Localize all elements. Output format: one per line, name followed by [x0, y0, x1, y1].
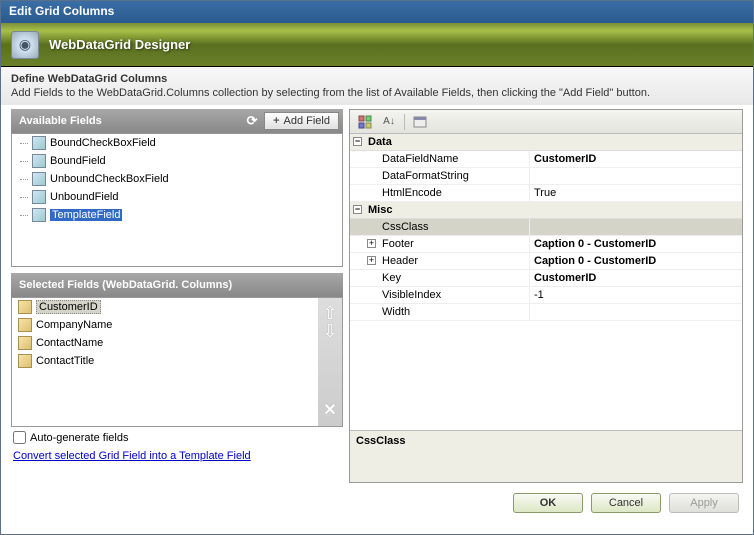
list-item[interactable]: ContactName: [12, 334, 318, 352]
field-icon: [32, 136, 46, 150]
available-fields-header: Available Fields ⟳ + Add Field: [11, 109, 343, 133]
title-bar[interactable]: Edit Grid Columns: [1, 1, 753, 23]
selected-fields-list-container: CustomerID CompanyName ContactName Conta…: [11, 297, 343, 427]
dialog-window: Edit Grid Columns ◉ WebDataGrid Designer…: [0, 0, 754, 535]
tree-item[interactable]: BoundCheckBoxField: [12, 134, 342, 152]
prop-row[interactable]: VisibleIndex-1: [350, 287, 742, 304]
add-field-button[interactable]: + Add Field: [264, 112, 339, 130]
prop-row[interactable]: DataFieldNameCustomerID: [350, 151, 742, 168]
prop-row[interactable]: +FooterCaption 0 - CustomerID: [350, 236, 742, 253]
list-item[interactable]: ContactTitle: [12, 352, 318, 370]
move-down-button[interactable]: ⇩: [321, 324, 339, 342]
property-pages-icon[interactable]: [409, 112, 431, 132]
categorized-icon[interactable]: [354, 112, 376, 132]
prop-row[interactable]: CssClass: [350, 219, 742, 236]
property-description: CssClass: [350, 430, 742, 482]
section-subtext: Add Fields to the WebDataGrid.Columns co…: [11, 87, 743, 103]
field-icon: [32, 172, 46, 186]
list-item[interactable]: CustomerID: [12, 298, 318, 316]
selected-fields-header: Selected Fields (WebDataGrid. Columns): [11, 273, 343, 297]
tree-item[interactable]: BoundField: [12, 152, 342, 170]
autogen-checkbox[interactable]: [13, 431, 26, 444]
refresh-icon[interactable]: ⟳: [244, 113, 260, 129]
property-toolbar: A↓: [350, 110, 742, 134]
section-heading: Define WebDataGrid Columns: [11, 73, 743, 85]
dialog-buttons: OK Cancel Apply: [1, 483, 753, 523]
cancel-button[interactable]: Cancel: [591, 493, 661, 513]
delete-button[interactable]: ✕: [321, 400, 339, 418]
tree-item[interactable]: UnboundCheckBoxField: [12, 170, 342, 188]
selected-fields-title: Selected Fields (WebDataGrid. Columns): [19, 279, 232, 291]
main-content: Available Fields ⟳ + Add Field BoundChec…: [1, 105, 753, 483]
window-title: Edit Grid Columns: [9, 4, 114, 18]
property-grid[interactable]: −Data DataFieldNameCustomerID DataFormat…: [350, 134, 742, 430]
add-field-label: Add Field: [284, 115, 330, 127]
prop-row[interactable]: DataFormatString: [350, 168, 742, 185]
prop-row[interactable]: KeyCustomerID: [350, 270, 742, 287]
tree-item[interactable]: TemplateField: [12, 206, 342, 224]
available-fields-tree[interactable]: BoundCheckBoxField BoundField UnboundChe…: [11, 133, 343, 267]
field-icon: [32, 208, 46, 222]
list-item[interactable]: CompanyName: [12, 316, 318, 334]
autogen-row: Auto-generate fields: [11, 427, 343, 448]
field-icon: [32, 190, 46, 204]
list-reorder-controls: ⇧ ⇩ ✕: [318, 298, 342, 426]
column-icon: [18, 336, 32, 350]
designer-icon: ◉: [11, 31, 39, 59]
property-desc-title: CssClass: [356, 435, 736, 447]
prop-category-misc[interactable]: −Misc: [350, 202, 742, 219]
prop-row[interactable]: +HeaderCaption 0 - CustomerID: [350, 253, 742, 270]
autogen-label[interactable]: Auto-generate fields: [30, 432, 128, 444]
available-fields-title: Available Fields: [19, 115, 102, 127]
left-column: Available Fields ⟳ + Add Field BoundChec…: [11, 109, 343, 483]
ok-button[interactable]: OK: [513, 493, 583, 513]
alphabetical-icon[interactable]: A↓: [378, 112, 400, 132]
expand-icon[interactable]: +: [367, 256, 376, 265]
collapse-icon[interactable]: −: [353, 137, 362, 146]
section-header: Define WebDataGrid Columns Add Fields to…: [1, 67, 753, 105]
designer-banner: ◉ WebDataGrid Designer: [1, 23, 753, 67]
prop-row[interactable]: Width: [350, 304, 742, 321]
designer-title: WebDataGrid Designer: [49, 37, 190, 52]
selected-fields-panel: Selected Fields (WebDataGrid. Columns) C…: [11, 273, 343, 427]
apply-button: Apply: [669, 493, 739, 513]
column-icon: [18, 318, 32, 332]
tree-item[interactable]: UnboundField: [12, 188, 342, 206]
field-icon: [32, 154, 46, 168]
column-icon: [18, 300, 32, 314]
convert-template-link[interactable]: Convert selected Grid Field into a Templ…: [11, 448, 343, 464]
prop-row[interactable]: HtmlEncodeTrue: [350, 185, 742, 202]
selected-fields-list[interactable]: CustomerID CompanyName ContactName Conta…: [12, 298, 318, 426]
prop-category-data[interactable]: −Data: [350, 134, 742, 151]
separator: [404, 114, 405, 130]
plus-icon: +: [273, 115, 279, 127]
collapse-icon[interactable]: −: [353, 205, 362, 214]
column-icon: [18, 354, 32, 368]
property-grid-panel: A↓ −Data DataFieldNameCustomerID DataFor…: [349, 109, 743, 483]
expand-icon[interactable]: +: [367, 239, 376, 248]
